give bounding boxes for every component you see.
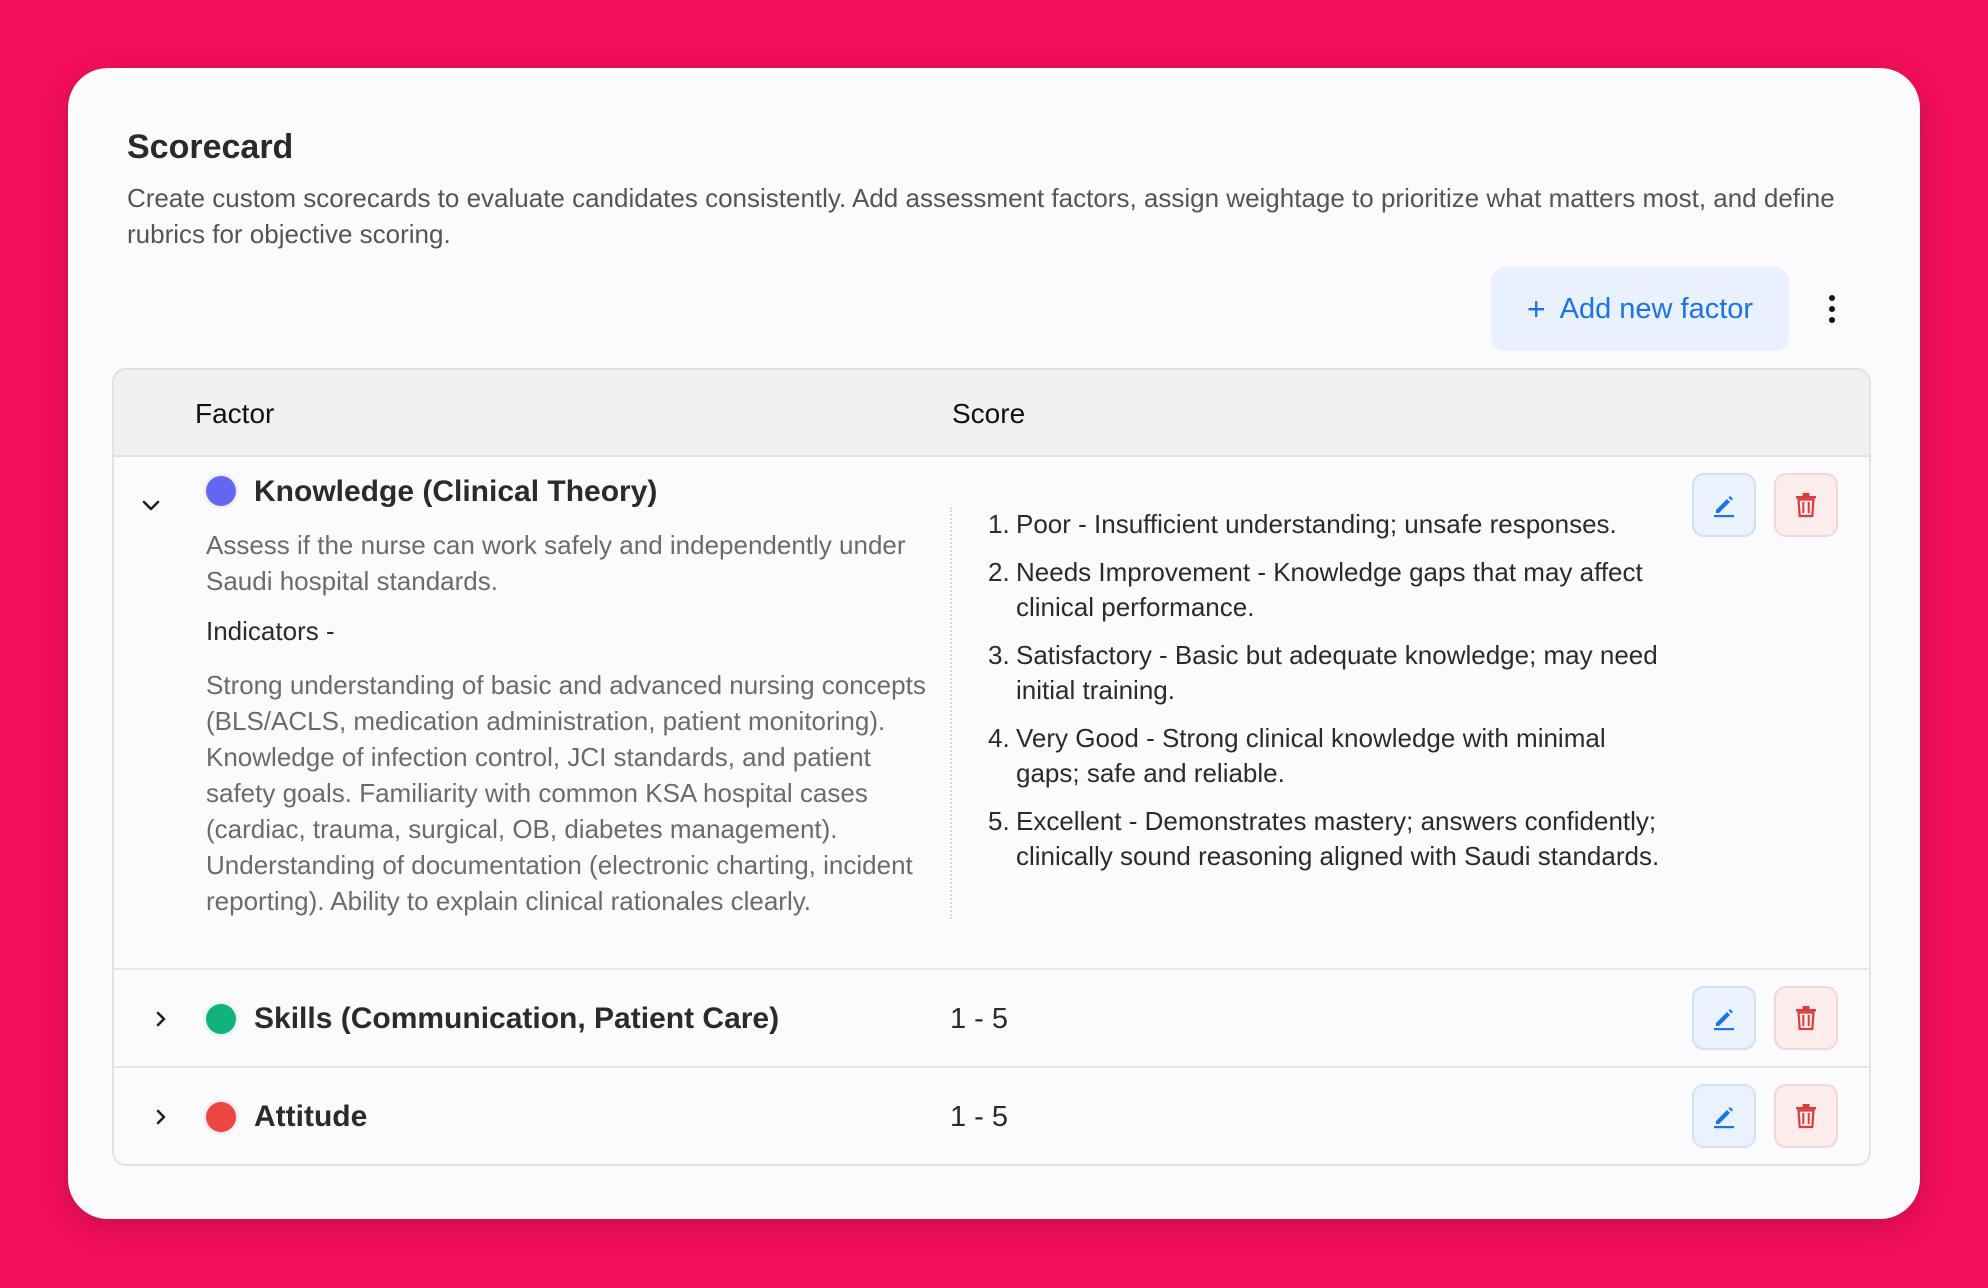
pencil-icon xyxy=(1714,496,1734,518)
trash-icon xyxy=(1796,1006,1816,1031)
factor-color-dot xyxy=(204,474,238,508)
pencil-icon xyxy=(1714,1009,1734,1031)
score-range: 1 - 5 xyxy=(950,1101,1009,1133)
table-row: Knowledge (Clinical Theory) Assess if th… xyxy=(114,457,1869,970)
rubric-item: 5. Excellent - Demonstrates mastery; answ… xyxy=(988,806,1660,871)
page-title: Scorecard xyxy=(127,128,294,166)
score-rubric: 1. Poor - Insufficient understanding; uns… xyxy=(988,507,1668,887)
table-row: Skills (Communication, Patient Care) 1 -… xyxy=(114,970,1869,1068)
score-column-header: Score xyxy=(952,398,1026,429)
edit-button[interactable] xyxy=(1692,986,1756,1050)
delete-button[interactable] xyxy=(1774,1084,1838,1148)
edit-button[interactable] xyxy=(1692,1084,1756,1148)
add-new-factor-label: Add new factor xyxy=(1559,292,1754,325)
factors-table: Factor Score Knowledge (Clinical Theory)… xyxy=(112,368,1871,1166)
factor-name: Skills (Communication, Patient Care) xyxy=(254,1002,780,1035)
factor-column-header: Factor xyxy=(195,398,275,429)
indicators-text: Strong understanding of basic and advanc… xyxy=(206,670,926,916)
chevron-right-icon[interactable] xyxy=(148,1104,174,1130)
factor-color-dot xyxy=(204,1100,238,1134)
factor-description: Assess if the nurse can work safely and … xyxy=(206,530,906,596)
rubric-item: 1. Poor - Insufficient understanding; uns… xyxy=(988,509,1617,539)
edit-button[interactable] xyxy=(1692,473,1756,537)
column-divider xyxy=(950,507,952,919)
trash-icon xyxy=(1796,1104,1816,1129)
indicators-title: Indicators - xyxy=(206,616,335,646)
kebab-menu-icon[interactable] xyxy=(1820,285,1844,333)
factor-name: Attitude xyxy=(254,1100,368,1133)
chevron-down-icon[interactable] xyxy=(138,493,164,519)
trash-icon xyxy=(1796,493,1816,518)
plus-icon: + xyxy=(1526,290,1546,327)
chevron-right-icon[interactable] xyxy=(148,1006,174,1032)
delete-button[interactable] xyxy=(1774,473,1838,537)
rubric-item: 2. Needs Improvement - Knowledge gaps tha… xyxy=(988,557,1643,622)
rubric-item: 4. Very Good - Strong clinical knowledge … xyxy=(988,723,1606,788)
add-new-factor-button[interactable]: + Add new factor xyxy=(1491,267,1789,351)
rubric-item: 3. Satisfactory - Basic but adequate know… xyxy=(988,640,1658,705)
page-description: Create custom scorecards to evaluate can… xyxy=(127,183,1835,249)
factor-name: Knowledge (Clinical Theory) xyxy=(254,475,658,508)
pencil-icon xyxy=(1714,1107,1734,1129)
table-row: Attitude 1 - 5 xyxy=(114,1068,1869,1164)
factor-color-dot xyxy=(204,1002,238,1036)
table-header: Factor Score xyxy=(114,370,1869,457)
delete-button[interactable] xyxy=(1774,986,1838,1050)
scorecard-card: Scorecard Create custom scorecards to ev… xyxy=(68,68,1920,1219)
score-range: 1 - 5 xyxy=(950,1003,1009,1035)
